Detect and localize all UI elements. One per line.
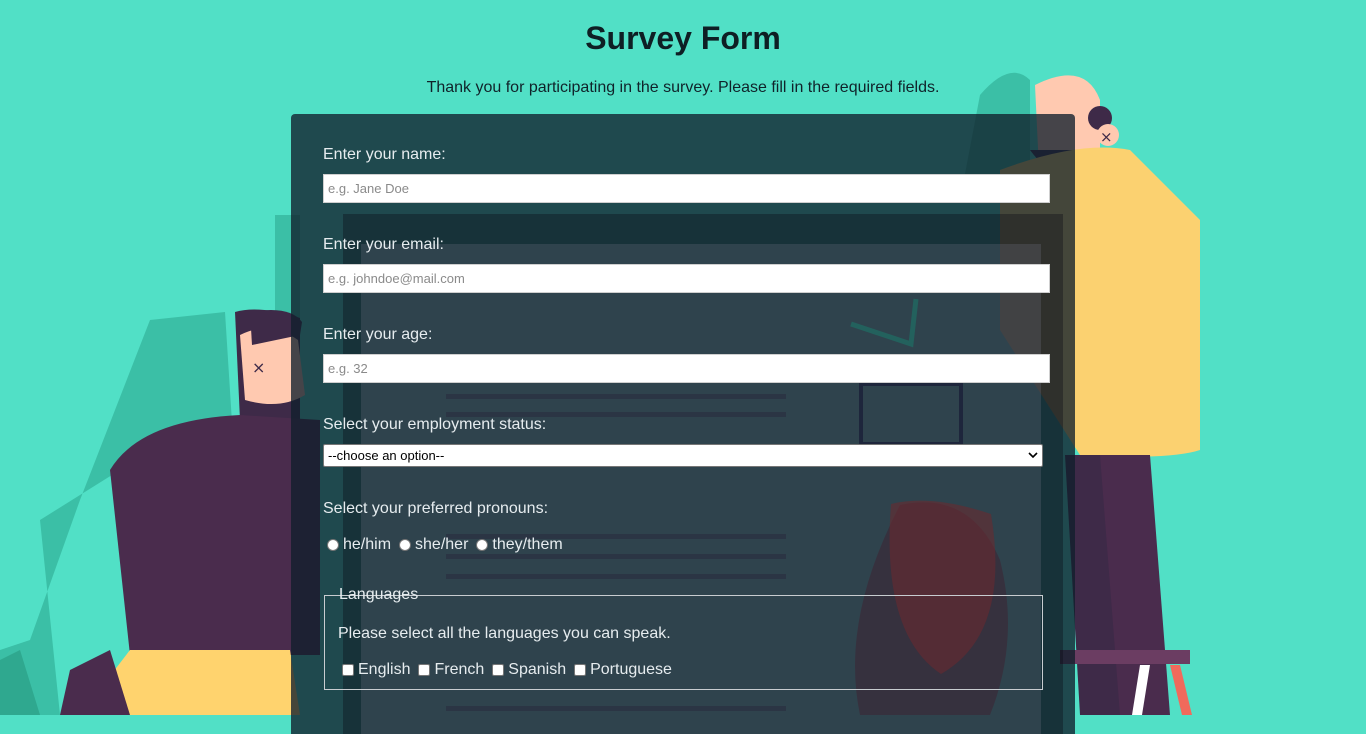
pronoun-label-he-him: he/him bbox=[343, 536, 392, 553]
age-input[interactable] bbox=[323, 354, 1050, 383]
language-option-french[interactable]: French bbox=[418, 661, 484, 679]
language-label-spanish: Spanish bbox=[508, 661, 567, 678]
pronoun-option-he-him[interactable]: he/him bbox=[327, 536, 391, 554]
pronoun-option-they-them[interactable]: they/them bbox=[476, 536, 563, 554]
page-title: Survey Form bbox=[585, 20, 781, 56]
employment-label: Select your employment status: bbox=[323, 416, 547, 433]
email-input[interactable] bbox=[323, 264, 1050, 293]
svg-text:×: × bbox=[1100, 128, 1113, 146]
survey-form: Enter your name: Enter your email: Enter… bbox=[291, 114, 1075, 734]
name-input[interactable] bbox=[323, 174, 1050, 203]
checkbox-spanish[interactable] bbox=[492, 664, 505, 676]
radio-she-her[interactable] bbox=[399, 539, 412, 551]
pronoun-label-she-her: she/her bbox=[415, 536, 469, 553]
employment-select[interactable]: --choose an option-- bbox=[323, 444, 1043, 467]
language-label-french: French bbox=[434, 661, 485, 678]
age-label: Enter your age: bbox=[323, 326, 433, 343]
checkbox-french[interactable] bbox=[418, 664, 431, 676]
pronouns-label: Select your preferred pronouns: bbox=[323, 500, 549, 517]
languages-checkbox-group: English French Spanish Portuguese bbox=[342, 661, 680, 679]
radio-he-him[interactable] bbox=[327, 539, 339, 551]
languages-fieldset: Languages Please select all the language… bbox=[324, 586, 1043, 690]
svg-text:×: × bbox=[252, 358, 265, 377]
language-label-portuguese: Portuguese bbox=[590, 661, 672, 678]
languages-legend: Languages bbox=[339, 586, 419, 603]
pronoun-label-they-them: they/them bbox=[492, 536, 563, 553]
chevron-down-icon bbox=[1028, 445, 1038, 473]
language-option-english[interactable]: English bbox=[342, 661, 410, 679]
page-description: Thank you for participating in the surve… bbox=[426, 79, 940, 96]
checkbox-english[interactable] bbox=[342, 664, 354, 676]
languages-description: Please select all the languages you can … bbox=[338, 625, 671, 642]
pronoun-option-she-her[interactable]: she/her bbox=[399, 536, 468, 554]
pronouns-radio-group: he/him she/her they/them bbox=[327, 536, 571, 554]
radio-they-them[interactable] bbox=[476, 539, 489, 551]
language-option-portuguese[interactable]: Portuguese bbox=[574, 661, 672, 679]
language-label-english: English bbox=[358, 661, 411, 678]
checkbox-portuguese[interactable] bbox=[574, 664, 587, 676]
email-label: Enter your email: bbox=[323, 236, 444, 253]
name-label: Enter your name: bbox=[323, 146, 446, 163]
employment-select-value: --choose an option-- bbox=[328, 448, 445, 463]
language-option-spanish[interactable]: Spanish bbox=[492, 661, 566, 679]
